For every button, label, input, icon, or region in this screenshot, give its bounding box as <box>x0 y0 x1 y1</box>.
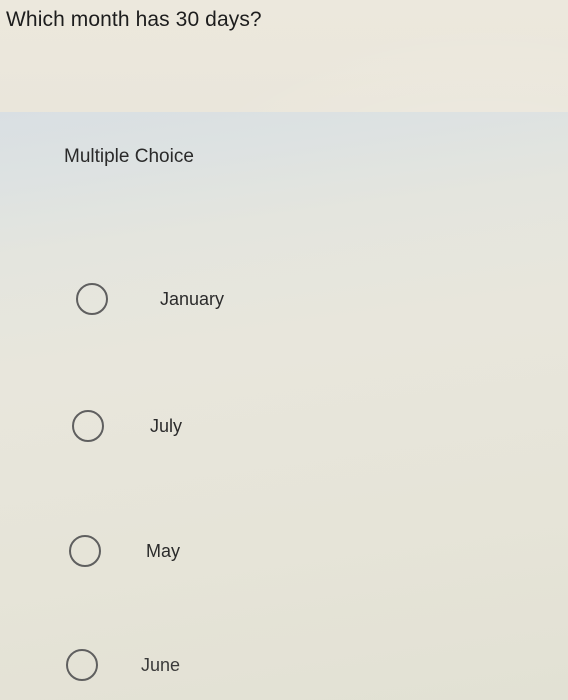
radio-button[interactable] <box>66 649 98 681</box>
question-type-label: Multiple Choice <box>64 146 194 167</box>
radio-button[interactable] <box>76 283 108 315</box>
option-label: June <box>141 654 181 675</box>
option-january[interactable]: January <box>76 279 224 319</box>
question-text: Which month has 30 days? <box>6 8 262 31</box>
option-may[interactable]: May <box>69 531 180 571</box>
quiz-page: Which month has 30 days? Multiple Choice… <box>0 0 568 700</box>
option-label: May <box>146 540 181 561</box>
option-label: July <box>150 415 183 436</box>
option-label: January <box>160 288 225 309</box>
radio-button[interactable] <box>69 535 101 567</box>
option-july[interactable]: July <box>72 406 182 446</box>
radio-button[interactable] <box>72 410 104 442</box>
option-june[interactable]: June <box>66 645 180 685</box>
